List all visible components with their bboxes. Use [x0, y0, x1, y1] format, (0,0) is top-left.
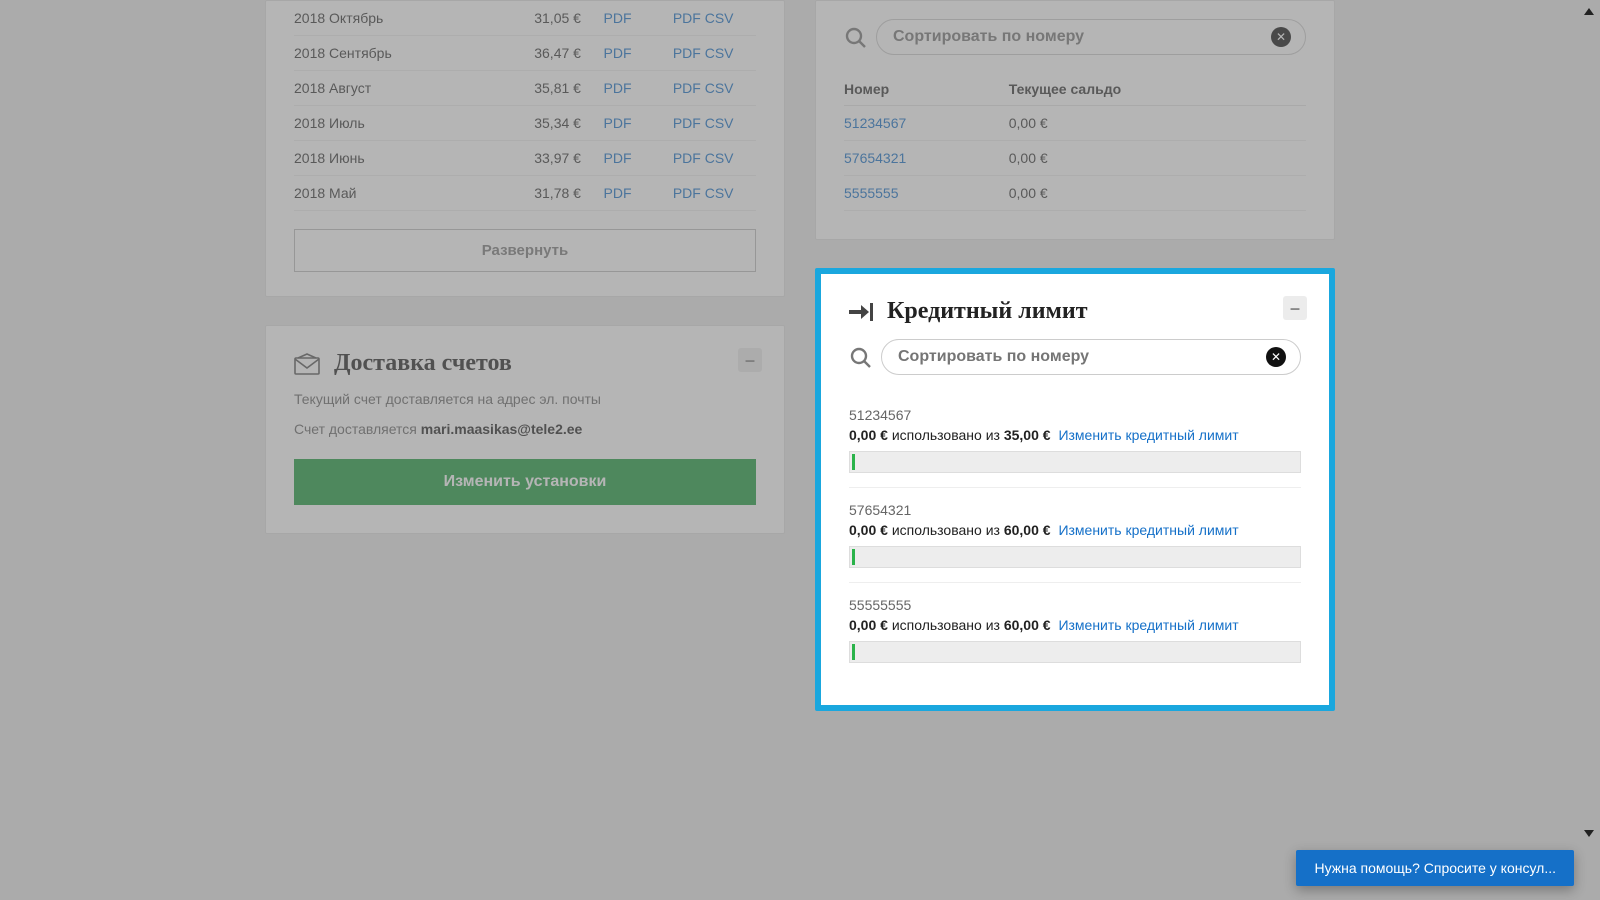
collapse-toggle[interactable]: – — [738, 348, 762, 372]
delivery-line1: Текущий счет доставляется на адрес эл. п… — [294, 391, 756, 407]
balance-card: ✕ Номер Текущее сальдо 512345670,00 €576… — [815, 0, 1335, 240]
invoice-pdf-link[interactable]: PDF — [604, 115, 632, 131]
change-credit-limit-link[interactable]: Изменить кредитный лимит — [1058, 617, 1238, 633]
change-settings-button[interactable]: Изменить установки — [294, 459, 756, 505]
scroll-down-button[interactable] — [1580, 824, 1598, 842]
balance-head-bal: Текущее сальдо — [1009, 73, 1306, 106]
table-row: 57654321 0,00 € — [844, 141, 1306, 176]
table-row: 2018 Июнь33,97 €PDFPDF CSV — [294, 141, 756, 176]
clear-icon[interactable]: ✕ — [1266, 347, 1286, 367]
invoice-csv-link[interactable]: CSV — [705, 185, 734, 201]
credit-progress — [849, 546, 1301, 568]
delivery-card: – Доставка счетов Текущий счет доставляе… — [265, 325, 785, 534]
balance-search-input[interactable] — [891, 27, 1255, 47]
invoice-pdf2-link[interactable]: PDF — [673, 150, 701, 166]
balance-search[interactable]: ✕ — [876, 19, 1306, 55]
table-row: 2018 Июль35,34 €PDFPDF CSV — [294, 106, 756, 141]
credit-item-line: 0,00 € использовано из 60,00 € Изменить … — [849, 617, 1301, 633]
table-row: 51234567 0,00 € — [844, 106, 1306, 141]
credit-limit-card: – Кредитный лимит — [815, 268, 1335, 711]
invoice-card: 2018 Октябрь31,05 €PDFPDF CSV2018 Сентяб… — [265, 0, 785, 297]
invoice-pdf2-link[interactable]: PDF — [673, 10, 701, 26]
clear-icon[interactable]: ✕ — [1271, 27, 1291, 47]
invoice-period: 2018 Октябрь — [294, 1, 534, 36]
invoice-period: 2018 Июнь — [294, 141, 534, 176]
change-credit-limit-link[interactable]: Изменить кредитный лимит — [1058, 522, 1238, 538]
invoice-amount: 36,47 € — [534, 36, 603, 71]
credit-item-number: 55555555 — [849, 597, 1301, 613]
table-row: 2018 Сентябрь36,47 €PDFPDF CSV — [294, 36, 756, 71]
credit-item-line: 0,00 € использовано из 60,00 € Изменить … — [849, 522, 1301, 538]
search-icon — [844, 26, 866, 48]
delivery-line2-prefix: Счет доставляется — [294, 421, 421, 437]
invoice-csv-link[interactable]: CSV — [705, 80, 734, 96]
credit-item: 51234567 0,00 € использовано из 35,00 € И… — [849, 393, 1301, 488]
left-column: 2018 Октябрь31,05 €PDFPDF CSV2018 Сентяб… — [265, 0, 785, 562]
balance-number-link[interactable]: 51234567 — [844, 115, 906, 131]
invoice-amount: 31,05 € — [534, 1, 603, 36]
balance-number-link[interactable]: 57654321 — [844, 150, 906, 166]
invoice-pdf2-link[interactable]: PDF — [673, 185, 701, 201]
help-widget[interactable]: Нужна помощь? Спросите у консул... — [1296, 850, 1574, 886]
balance-value: 0,00 € — [1009, 141, 1306, 176]
credit-item-line: 0,00 € использовано из 35,00 € Изменить … — [849, 427, 1301, 443]
credit-search[interactable]: ✕ — [881, 339, 1301, 375]
credit-progress — [849, 451, 1301, 473]
invoice-pdf2-link[interactable]: PDF — [673, 80, 701, 96]
invoice-csv-link[interactable]: CSV — [705, 45, 734, 61]
invoice-amount: 35,81 € — [534, 71, 603, 106]
credit-item: 55555555 0,00 € использовано из 60,00 € И… — [849, 583, 1301, 677]
credit-search-input[interactable] — [896, 347, 1251, 367]
delivery-email: mari.maasikas@tele2.ee — [421, 421, 583, 437]
credit-title: Кредитный лимит — [887, 298, 1088, 325]
balance-value: 0,00 € — [1009, 176, 1306, 211]
credit-progress — [849, 641, 1301, 663]
balance-table: Номер Текущее сальдо 512345670,00 €57654… — [844, 73, 1306, 211]
invoice-pdf2-link[interactable]: PDF — [673, 45, 701, 61]
invoice-amount: 33,97 € — [534, 141, 603, 176]
invoice-period: 2018 Июль — [294, 106, 534, 141]
balance-value: 0,00 € — [1009, 106, 1306, 141]
invoice-csv-link[interactable]: CSV — [705, 10, 734, 26]
invoice-table: 2018 Октябрь31,05 €PDFPDF CSV2018 Сентяб… — [294, 1, 756, 211]
expand-button[interactable]: Развернуть — [294, 229, 756, 272]
invoice-pdf-link[interactable]: PDF — [604, 80, 632, 96]
scroll-up-button[interactable] — [1580, 2, 1598, 20]
invoice-period: 2018 Август — [294, 71, 534, 106]
invoice-period: 2018 Май — [294, 176, 534, 211]
delivery-line2: Счет доставляется mari.maasikas@tele2.ee — [294, 421, 756, 437]
arrow-to-bar-icon — [849, 302, 873, 322]
collapse-toggle[interactable]: – — [1283, 296, 1307, 320]
credit-item: 57654321 0,00 € использовано из 60,00 € И… — [849, 488, 1301, 583]
delivery-title: Доставка счетов — [334, 350, 512, 377]
invoice-amount: 35,34 € — [534, 106, 603, 141]
table-row: 2018 Август35,81 €PDFPDF CSV — [294, 71, 756, 106]
invoice-pdf-link[interactable]: PDF — [604, 45, 632, 61]
invoice-pdf-link[interactable]: PDF — [604, 10, 632, 26]
invoice-pdf2-link[interactable]: PDF — [673, 115, 701, 131]
credit-item-number: 51234567 — [849, 407, 1301, 423]
right-column: ✕ Номер Текущее сальдо 512345670,00 €576… — [815, 0, 1335, 739]
page-root: 2018 Октябрь31,05 €PDFPDF CSV2018 Сентяб… — [0, 0, 1600, 819]
credit-item-number: 57654321 — [849, 502, 1301, 518]
change-credit-limit-link[interactable]: Изменить кредитный лимит — [1058, 427, 1238, 443]
invoice-csv-link[interactable]: CSV — [705, 115, 734, 131]
invoice-period: 2018 Сентябрь — [294, 36, 534, 71]
invoice-pdf-link[interactable]: PDF — [604, 185, 632, 201]
table-row: 2018 Май31,78 €PDFPDF CSV — [294, 176, 756, 211]
mail-icon — [294, 353, 320, 375]
invoice-csv-link[interactable]: CSV — [705, 150, 734, 166]
invoice-pdf-link[interactable]: PDF — [604, 150, 632, 166]
table-row: 2018 Октябрь31,05 €PDFPDF CSV — [294, 1, 756, 36]
search-icon — [849, 346, 871, 368]
balance-head-num: Номер — [844, 73, 1009, 106]
table-row: 5555555 0,00 € — [844, 176, 1306, 211]
invoice-amount: 31,78 € — [534, 176, 603, 211]
balance-number-link[interactable]: 5555555 — [844, 185, 899, 201]
